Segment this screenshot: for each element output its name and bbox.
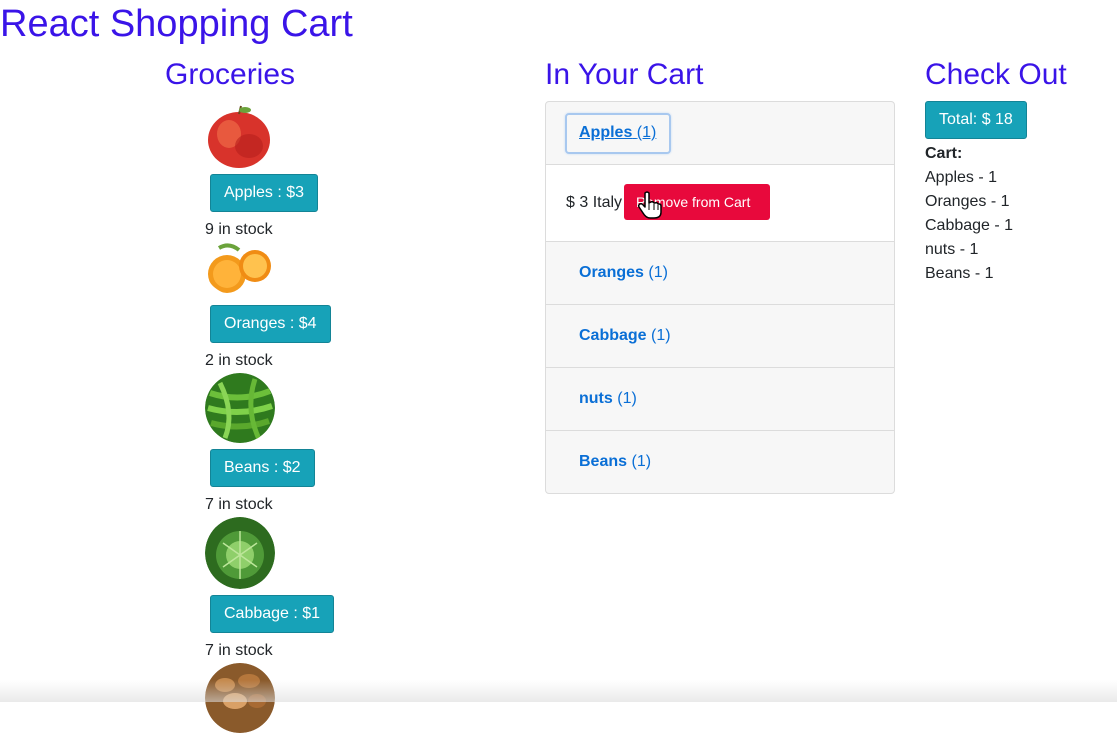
cart-item-count: (1): [636, 124, 657, 141]
cart-item-name: Cabbage: [579, 327, 647, 344]
cart-item-nuts[interactable]: nuts (1): [546, 368, 894, 431]
cart-item-name: Apples: [579, 124, 633, 141]
window-bottom-shadow: [0, 680, 1117, 702]
cart-item-count: (1): [648, 264, 668, 281]
cart-link-oranges[interactable]: Oranges (1): [579, 264, 668, 282]
checkout-summary: Cart: Apples - 1 Oranges - 1 Cabbage - 1…: [925, 142, 1013, 286]
cart-item-cabbage[interactable]: Cabbage (1): [546, 305, 894, 368]
groceries-title: Groceries: [165, 58, 296, 91]
oranges-stock: 2 in stock: [205, 352, 273, 369]
cart-item-name: Beans: [579, 453, 628, 470]
cart-item-name: nuts: [579, 390, 613, 407]
grocery-item-beans: Beans : $2 7 in stock: [205, 373, 315, 515]
cart-item-name: Oranges: [579, 264, 644, 281]
cart-link-apples[interactable]: Apples (1): [579, 124, 656, 142]
cart-item-price-origin: $ 3 Italy: [566, 194, 623, 211]
cart-item-count: (1): [631, 453, 652, 470]
cart-list: Apples (1) $ 3 Italy Remove from Cart Or…: [545, 101, 895, 494]
total-button[interactable]: Total: $ 18: [925, 101, 1027, 139]
beans-image: [205, 373, 275, 443]
checkout-line: Cabbage - 1: [925, 217, 1014, 234]
apples-stock: 9 in stock: [205, 221, 273, 238]
beans-stock: 7 in stock: [205, 496, 273, 513]
grocery-item-oranges: Oranges : $4 2 in stock: [205, 240, 331, 371]
cart-item-detail: $ 3 Italy Remove from Cart: [546, 165, 894, 242]
hand-cursor-icon: [637, 191, 663, 224]
grocery-item-apples: Apples : $3 9 in stock: [205, 102, 319, 240]
cart-item-oranges[interactable]: Oranges (1): [546, 242, 894, 305]
page-title: React Shopping Cart: [0, 3, 353, 45]
apple-image: [205, 102, 273, 170]
cart-title: In Your Cart: [545, 58, 704, 91]
cabbage-buy-button[interactable]: Cabbage : $1: [210, 595, 335, 633]
cart-item-beans[interactable]: Beans (1): [546, 431, 894, 493]
checkout-line: nuts - 1: [925, 241, 979, 258]
cart-link-beans[interactable]: Beans (1): [579, 453, 651, 471]
beans-buy-button[interactable]: Beans : $2: [210, 449, 315, 487]
oranges-buy-button[interactable]: Oranges : $4: [210, 305, 331, 343]
cabbage-stock: 7 in stock: [205, 642, 273, 659]
checkout-line: Oranges - 1: [925, 193, 1010, 210]
cart-item-count: (1): [617, 390, 637, 407]
cart-link-nuts[interactable]: nuts (1): [579, 390, 637, 408]
cart-item-count: (1): [651, 327, 671, 344]
checkout-cart-label: Cart:: [925, 145, 963, 162]
cart-item-apples[interactable]: Apples (1): [546, 102, 894, 165]
checkout-line: Beans - 1: [925, 265, 994, 282]
grocery-item-cabbage: Cabbage : $1 7 in stock: [205, 517, 335, 661]
checkout-title: Check Out: [925, 58, 1067, 91]
orange-image: [205, 240, 273, 296]
apples-buy-button[interactable]: Apples : $3: [210, 174, 319, 212]
cabbage-image: [205, 517, 275, 589]
checkout-line: Apples - 1: [925, 169, 998, 186]
cart-link-cabbage[interactable]: Cabbage (1): [579, 327, 671, 345]
